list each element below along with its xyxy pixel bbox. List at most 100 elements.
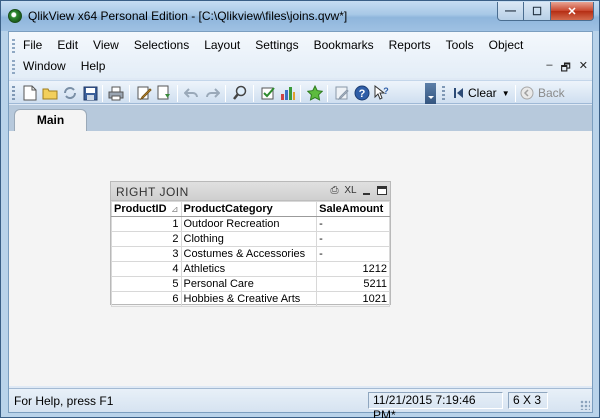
- column-header-productcategory[interactable]: ProductCategory: [180, 201, 318, 217]
- chart-icon[interactable]: [280, 85, 296, 101]
- clear-button[interactable]: Clear ▼: [453, 84, 510, 102]
- menu-help[interactable]: Help: [73, 59, 113, 74]
- table-row: 1 Outdoor Recreation -: [111, 216, 390, 232]
- maximize-button[interactable]: ☐: [524, 2, 550, 21]
- menu-reports[interactable]: Reports: [381, 38, 438, 53]
- cell-productcategory[interactable]: Outdoor Recreation: [180, 216, 318, 232]
- bookmark-star-icon[interactable]: [307, 85, 323, 101]
- menu-settings[interactable]: Settings: [247, 38, 305, 53]
- caption-icons: ⎙ XL: [329, 185, 387, 196]
- reload-icon[interactable]: [62, 85, 78, 101]
- table-box-right-join[interactable]: RIGHT JOIN ⎙ XL ProductID ⊿ ProductCatego…: [110, 181, 391, 307]
- edit-script-icon[interactable]: [136, 85, 152, 101]
- menu-object[interactable]: Object: [481, 38, 531, 53]
- cell-saleamount[interactable]: 5211: [316, 276, 390, 292]
- close-icon: ✕: [567, 5, 577, 18]
- doc-close-icon[interactable]: ✕: [579, 59, 588, 78]
- chevron-down-icon: ▼: [501, 88, 510, 98]
- minimize-button[interactable]: —: [497, 2, 524, 21]
- menu-file[interactable]: File: [15, 38, 49, 53]
- doc-restore-icon[interactable]: 🗗: [560, 59, 570, 78]
- header-label: ProductID: [114, 203, 167, 215]
- toolbar-separator: [327, 85, 328, 102]
- toolbar-overflow-dropdown[interactable]: [425, 83, 436, 104]
- print-icon[interactable]: [108, 85, 124, 101]
- menu-row-2: Window Help: [15, 59, 112, 74]
- menu-selections[interactable]: Selections: [126, 38, 196, 53]
- search-icon[interactable]: [232, 85, 248, 101]
- context-help-icon[interactable]: ?: [373, 85, 389, 101]
- cell-productid[interactable]: 2: [111, 231, 182, 247]
- window-title: QlikView x64 Personal Edition - [C:\Qlik…: [28, 9, 348, 23]
- redo-icon[interactable]: [204, 85, 220, 101]
- new-document-icon[interactable]: [22, 85, 38, 101]
- cell-productid[interactable]: 6: [111, 291, 182, 307]
- cell-productid[interactable]: 5: [111, 276, 182, 292]
- cell-saleamount[interactable]: -: [316, 246, 390, 262]
- back-label: Back: [538, 86, 565, 100]
- cell-productcategory[interactable]: Personal Care: [180, 276, 318, 292]
- cell-productcategory[interactable]: Hobbies & Creative Arts: [180, 291, 318, 307]
- menu-bar: File Edit View Selections Layout Setting…: [9, 32, 592, 78]
- back-button[interactable]: Back: [520, 84, 565, 102]
- tab-main[interactable]: Main: [14, 109, 87, 133]
- table-header-row: ProductID ⊿ ProductCategory SaleAmount: [111, 201, 390, 217]
- menu-tools[interactable]: Tools: [438, 38, 481, 53]
- status-timestamp: 11/21/2015 7:19:46 PM*: [368, 392, 503, 418]
- sheet-tab-bar: Main: [9, 105, 592, 133]
- cell-saleamount[interactable]: -: [316, 231, 390, 247]
- table-row: 4 Athletics 1212: [111, 261, 390, 277]
- title-bar[interactable]: QlikView x64 Personal Edition - [C:\Qlik…: [1, 1, 599, 31]
- close-button[interactable]: ✕: [550, 2, 594, 21]
- cell-productid[interactable]: 4: [111, 261, 182, 277]
- menu-view[interactable]: View: [85, 38, 126, 53]
- menu-bookmarks[interactable]: Bookmarks: [306, 38, 381, 53]
- cell-productcategory[interactable]: Clothing: [180, 231, 318, 247]
- window-controls: — ☐ ✕: [497, 2, 594, 21]
- maximize-icon[interactable]: [377, 186, 387, 195]
- toolbar-separator: [300, 85, 301, 102]
- cell-saleamount[interactable]: 1021: [316, 291, 390, 307]
- svg-text:?: ?: [359, 88, 366, 100]
- qlikview-app-icon[interactable]: [8, 9, 22, 23]
- app-window: QlikView x64 Personal Edition - [C:\Qlik…: [0, 0, 600, 418]
- cell-saleamount[interactable]: -: [316, 216, 390, 232]
- help-icon[interactable]: ?: [354, 85, 370, 101]
- status-dimensions: 6 X 3: [508, 392, 548, 409]
- edit-properties-icon[interactable]: [334, 85, 350, 101]
- table-row: 6 Hobbies & Creative Arts 1021: [111, 291, 390, 307]
- minimize-icon: —: [505, 5, 516, 17]
- menu-layout[interactable]: Layout: [196, 38, 247, 53]
- column-header-productid[interactable]: ProductID ⊿: [111, 201, 182, 217]
- back-arrow-icon: [520, 86, 534, 100]
- print-icon[interactable]: ⎙: [329, 185, 340, 196]
- toolbar-separator: [129, 85, 130, 102]
- table-row: 3 Costumes & Accessories -: [111, 246, 390, 262]
- sheet-canvas[interactable]: RIGHT JOIN ⎙ XL ProductID ⊿ ProductCatego…: [9, 131, 592, 386]
- toolbar-separator: [177, 85, 178, 102]
- cell-productcategory[interactable]: Costumes & Accessories: [180, 246, 318, 262]
- resize-grip-icon[interactable]: [580, 400, 590, 410]
- maximize-icon: ☐: [532, 5, 542, 18]
- doc-minimize-icon[interactable]: –: [546, 59, 552, 78]
- menu-row-1: File Edit View Selections Layout Setting…: [15, 38, 530, 53]
- undo-icon[interactable]: [184, 85, 200, 101]
- selections-checkbox-icon[interactable]: [260, 85, 276, 101]
- send-to-excel-icon[interactable]: XL: [344, 185, 356, 196]
- minimize-icon[interactable]: [361, 185, 372, 196]
- reload-script-icon[interactable]: [156, 85, 172, 101]
- menu-window[interactable]: Window: [15, 59, 73, 74]
- table-box-caption[interactable]: RIGHT JOIN ⎙ XL: [111, 182, 390, 201]
- menu-edit[interactable]: Edit: [49, 38, 85, 53]
- cell-productid[interactable]: 3: [111, 246, 182, 262]
- column-header-saleamount[interactable]: SaleAmount: [316, 201, 390, 217]
- cell-saleamount[interactable]: 1212: [316, 261, 390, 277]
- open-folder-icon[interactable]: [42, 85, 58, 101]
- toolbar-grip-2[interactable]: [442, 86, 445, 100]
- cell-productcategory[interactable]: Athletics: [180, 261, 318, 277]
- toolbar-grip[interactable]: [12, 86, 15, 100]
- table-row: 5 Personal Care 5211: [111, 276, 390, 292]
- cell-productid[interactable]: 1: [111, 216, 182, 232]
- toolbar-separator: [102, 85, 103, 102]
- save-icon[interactable]: [82, 85, 98, 101]
